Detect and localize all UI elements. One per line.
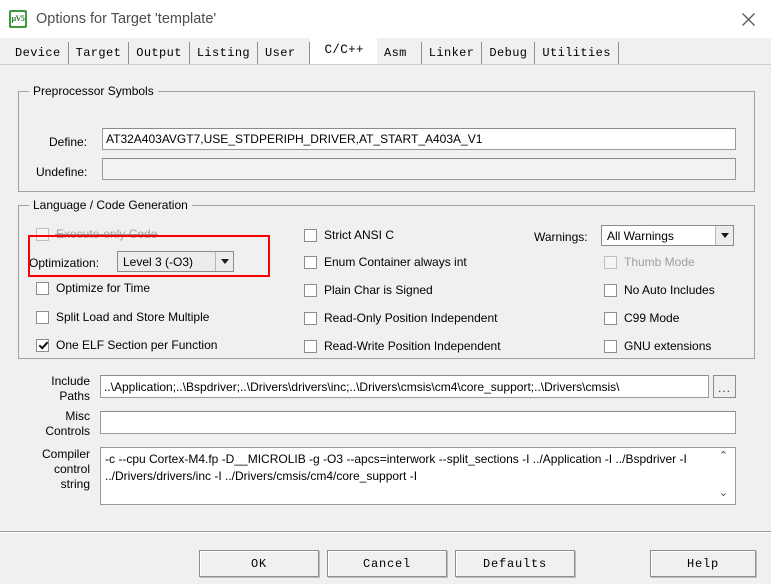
chevron-down-icon[interactable] [715, 226, 733, 245]
checkbox-box[interactable] [304, 339, 317, 353]
checkbox-box[interactable] [604, 339, 617, 353]
tab-asm[interactable]: Asm [377, 42, 422, 64]
tab-output[interactable]: Output [129, 42, 190, 64]
checkbox-label: No Auto Includes [624, 283, 715, 297]
checkbox-box[interactable] [36, 227, 49, 241]
window-title: Options for Target 'template' [36, 11, 217, 27]
misc-controls-label: Misc Controls [45, 409, 90, 438]
cancel-button[interactable]: Cancel [327, 550, 447, 577]
warnings-label: Warnings: [534, 230, 588, 244]
checkbox-box[interactable] [604, 311, 617, 325]
checkbox-one-elf-section-per-function[interactable]: One ELF Section per Function [36, 338, 217, 352]
checkbox-gnu-extensions[interactable]: GNU extensions [604, 339, 711, 353]
options-page-c-cpp: Preprocessor Symbols Define: Undefine: L… [0, 64, 771, 584]
checkbox-plain-char-is-signed[interactable]: Plain Char is Signed [304, 283, 433, 297]
checkbox-strict-ansi-c[interactable]: Strict ANSI C [304, 228, 394, 242]
checkbox-label: One ELF Section per Function [56, 338, 218, 352]
tab-listing[interactable]: Listing [190, 42, 259, 64]
checkbox-box[interactable] [304, 311, 317, 325]
checkbox-label: Plain Char is Signed [324, 283, 433, 297]
define-input[interactable] [102, 128, 736, 150]
tab-c-cpp[interactable]: C/C++ [310, 38, 377, 64]
include-paths-label: Include Paths [51, 374, 90, 403]
footer-divider [0, 531, 771, 533]
undefine-label: Undefine: [36, 165, 88, 179]
checkbox-label: Split Load and Store Multiple [56, 310, 210, 324]
checkbox-execute-only-code[interactable]: Execute-only Code [36, 227, 159, 241]
optimization-select[interactable]: Level 3 (-O3) [117, 251, 234, 272]
checkbox-box[interactable] [304, 228, 317, 242]
checkbox-optimize-for-time[interactable]: Optimize for Time [36, 281, 150, 295]
undefine-input[interactable] [102, 158, 736, 180]
checkbox-enum-container-always-int[interactable]: Enum Container always int [304, 255, 467, 269]
tab-target[interactable]: Target [69, 42, 130, 64]
checkbox-box[interactable] [36, 338, 49, 352]
defaults-button[interactable]: Defaults [455, 550, 575, 577]
checkbox-box[interactable] [304, 255, 317, 269]
checkbox-read-write-position-independent[interactable]: Read-Write Position Independent [304, 339, 501, 353]
language-code-generation-legend: Language / Code Generation [29, 198, 192, 212]
checkbox-thumb-mode[interactable]: Thumb Mode [604, 255, 695, 269]
checkbox-read-only-position-independent[interactable]: Read-Only Position Independent [304, 311, 497, 325]
optimization-label: Optimization: [29, 256, 100, 270]
checkbox-c99-mode[interactable]: C99 Mode [604, 311, 679, 325]
scroll-up-icon[interactable]: ⌃ [719, 451, 728, 462]
preprocessor-symbols-legend: Preprocessor Symbols [29, 84, 158, 98]
compiler-control-string-value: -c --cpu Cortex-M4.fp -D__MICROLIB -g -O… [100, 447, 736, 505]
checkbox-label: Optimize for Time [56, 281, 151, 295]
help-button[interactable]: Help [650, 550, 756, 577]
checkbox-box[interactable] [604, 283, 617, 297]
tab-strip: Device Target Output Listing User C/C++ … [0, 38, 771, 64]
optimization-value: Level 3 (-O3) [123, 254, 194, 269]
checkbox-label: Execute-only Code [54, 227, 159, 241]
checkbox-label: Enum Container always int [324, 255, 467, 269]
misc-controls-input[interactable] [100, 411, 736, 434]
checkbox-label: Strict ANSI C [324, 228, 395, 242]
checkbox-box[interactable] [36, 281, 49, 295]
warnings-select[interactable]: All Warnings [601, 225, 734, 246]
checkbox-box[interactable] [604, 255, 617, 269]
keil-uvision-icon: µV5 [9, 10, 27, 28]
define-label: Define: [49, 135, 88, 149]
tab-user[interactable]: User [258, 42, 311, 64]
tab-device[interactable]: Device [8, 42, 69, 64]
checkbox-label: Read-Only Position Independent [324, 311, 498, 325]
checkbox-label: Read-Write Position Independent [324, 339, 501, 353]
checkbox-label: Thumb Mode [624, 255, 695, 269]
compiler-control-string-label: Compiler control string [41, 447, 90, 491]
compiler-string-scrollbar[interactable]: ⌃ ⌄ [715, 451, 732, 499]
close-icon[interactable] [725, 0, 771, 38]
checkbox-box[interactable] [36, 310, 49, 324]
checkbox-no-auto-includes[interactable]: No Auto Includes [604, 283, 715, 297]
checkbox-label: GNU extensions [624, 339, 712, 353]
checkbox-split-load-and-store-multiple[interactable]: Split Load and Store Multiple [36, 310, 209, 324]
tab-utilities[interactable]: Utilities [535, 42, 619, 64]
tab-linker[interactable]: Linker [422, 42, 483, 64]
chevron-down-icon[interactable] [215, 252, 233, 271]
tab-debug[interactable]: Debug [482, 42, 536, 64]
scroll-down-icon[interactable]: ⌄ [719, 488, 728, 499]
include-paths-input[interactable] [100, 375, 709, 398]
title-bar: µV5 Options for Target 'template' [0, 0, 771, 38]
checkbox-label: C99 Mode [624, 311, 680, 325]
app-icon-glyph: µV5 [11, 12, 25, 26]
ok-button[interactable]: OK [199, 550, 319, 577]
checkbox-box[interactable] [304, 283, 317, 297]
include-paths-browse-button[interactable]: ... [713, 375, 736, 398]
warnings-value: All Warnings [602, 228, 715, 243]
